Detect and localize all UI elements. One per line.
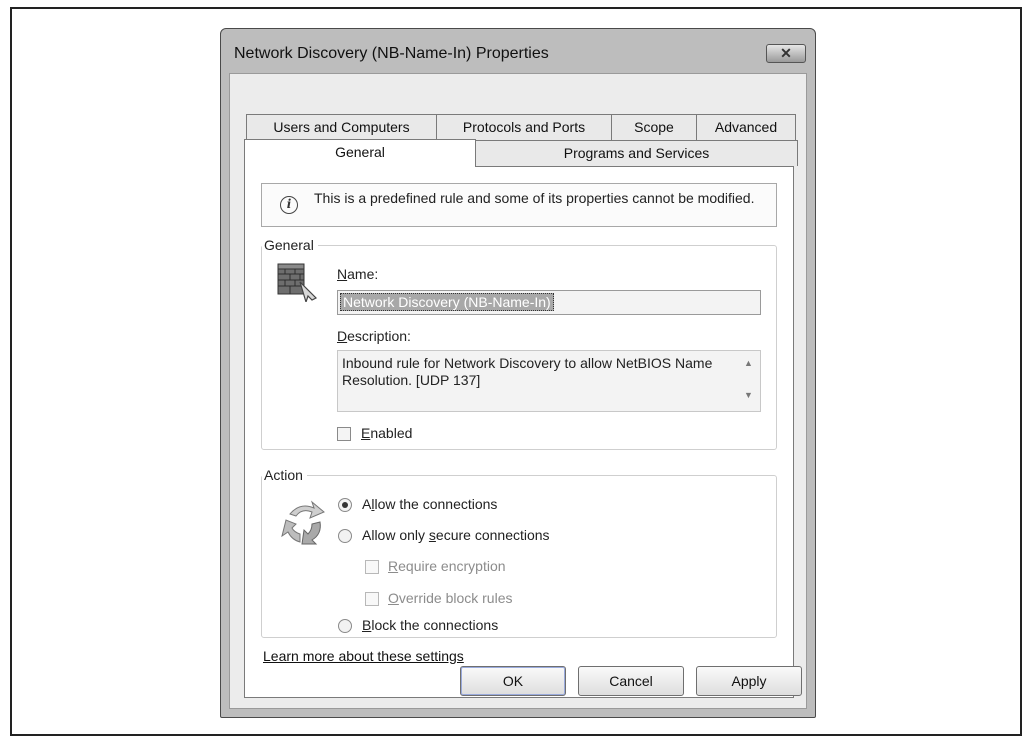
tab-panel-general: i This is a predefined rule and some of … (244, 166, 794, 698)
action-arrows-icon (278, 500, 328, 546)
close-button[interactable]: ✕ (766, 44, 806, 63)
name-field[interactable]: Network Discovery (NB-Name-In) (337, 290, 761, 315)
description-value: Inbound rule for Network Discovery to al… (342, 355, 713, 388)
learn-more-link[interactable]: Learn more about these settings (263, 648, 464, 664)
override-block-rules-label: Override block rules (388, 590, 513, 606)
name-label: Name: (337, 266, 379, 282)
tab-users-and-computers[interactable]: Users and Computers (246, 114, 437, 140)
dialog-client: Users and Computers Protocols and Ports … (229, 73, 807, 709)
allow-secure-label: Allow only secure connections (362, 527, 550, 543)
close-icon: ✕ (780, 45, 792, 61)
tab-advanced[interactable]: Advanced (696, 114, 796, 140)
enabled-checkbox[interactable] (337, 427, 351, 441)
allow-secure-radio[interactable] (338, 529, 352, 543)
info-icon: i (280, 196, 298, 214)
description-label: Description: (337, 328, 411, 344)
firewall-icon (276, 262, 320, 304)
apply-button[interactable]: Apply (696, 666, 802, 696)
scroll-up-icon[interactable]: ▲ (744, 358, 753, 368)
ok-button[interactable]: OK (460, 666, 566, 696)
description-field[interactable]: Inbound rule for Network Discovery to al… (337, 350, 761, 412)
tab-programs-and-services[interactable]: Programs and Services (475, 140, 798, 166)
info-banner: i This is a predefined rule and some of … (261, 183, 777, 227)
action-group: Action Allow the connections Allow only … (261, 467, 777, 638)
name-value: Network Discovery (NB-Name-In) (340, 293, 554, 311)
general-group: General Name: Network Discovery (NB-Name… (261, 237, 777, 450)
title-bar[interactable]: Network Discovery (NB-Name-In) Propertie… (221, 29, 815, 73)
block-connections-radio[interactable] (338, 619, 352, 633)
require-encryption-label: Require encryption (388, 558, 506, 574)
override-block-rules-checkbox[interactable] (365, 592, 379, 606)
block-connections-label: Block the connections (362, 617, 499, 633)
properties-dialog: Network Discovery (NB-Name-In) Propertie… (220, 28, 816, 718)
tab-scope[interactable]: Scope (611, 114, 697, 140)
require-encryption-checkbox[interactable] (365, 560, 379, 574)
scroll-down-icon[interactable]: ▼ (744, 390, 753, 400)
window-title: Network Discovery (NB-Name-In) Propertie… (234, 45, 549, 62)
general-group-legend: General (262, 237, 318, 253)
cancel-button[interactable]: Cancel (578, 666, 684, 696)
tab-protocols-and-ports[interactable]: Protocols and Ports (436, 114, 612, 140)
info-text: This is a predefined rule and some of it… (314, 190, 755, 206)
allow-connections-label: Allow the connections (362, 496, 498, 512)
description-scrollbar[interactable]: ▲ ▼ (740, 353, 758, 409)
tab-general[interactable]: General (244, 139, 476, 167)
enabled-label: Enabled (361, 425, 413, 441)
action-group-legend: Action (262, 467, 307, 483)
allow-connections-radio[interactable] (338, 498, 352, 512)
